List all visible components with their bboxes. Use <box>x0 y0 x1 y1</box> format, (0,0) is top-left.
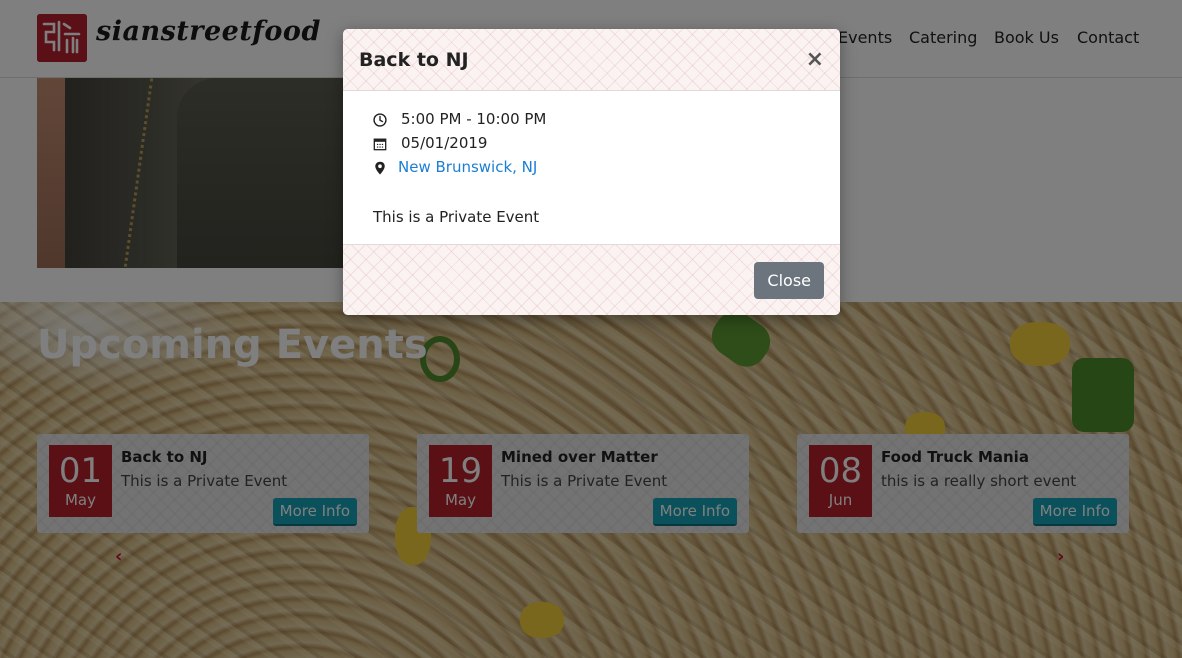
event-time-row: 5:00 PM - 10:00 PM <box>373 110 813 132</box>
modal-footer: Close <box>343 244 840 315</box>
event-date: 05/01/2019 <box>401 134 488 152</box>
calendar-icon <box>373 138 387 151</box>
event-date-row: 05/01/2019 <box>373 134 813 156</box>
event-location-row: New Brunswick, NJ <box>373 158 813 180</box>
event-modal: Back to NJ × 5:00 PM - 10:00 PM 05/01/20… <box>343 29 840 315</box>
clock-icon <box>373 113 387 127</box>
close-button[interactable]: Close <box>754 262 824 299</box>
event-time: 5:00 PM - 10:00 PM <box>401 110 547 128</box>
modal-body: 5:00 PM - 10:00 PM 05/01/2019 New Brunsw… <box>343 92 840 244</box>
modal-header: Back to NJ × <box>343 29 840 91</box>
event-description: This is a Private Event <box>373 208 540 226</box>
close-icon[interactable]: × <box>806 47 824 72</box>
modal-title: Back to NJ <box>359 49 469 71</box>
map-marker-icon <box>375 161 385 175</box>
location-link[interactable]: New Brunswick, NJ <box>398 158 537 176</box>
